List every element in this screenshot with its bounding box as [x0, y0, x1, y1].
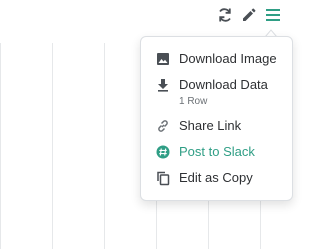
menu-item-share-link[interactable]: Share Link: [141, 117, 292, 135]
menu-item-download-data[interactable]: Download Data 1 Row: [141, 76, 292, 109]
menu-item-label: Share Link: [179, 118, 242, 133]
image-icon: [155, 51, 171, 67]
menu-item-download-image[interactable]: Download Image: [141, 50, 292, 68]
menu-item-label: Edit as Copy: [179, 170, 253, 185]
overflow-menu: Download Image Download Data 1 Row Share…: [140, 29, 293, 201]
menu-item-label: Download Data: [179, 77, 268, 92]
refresh-icon[interactable]: [215, 5, 235, 25]
row-count: 1 Row: [179, 96, 208, 107]
menu-item-post-to-slack[interactable]: Post to Slack: [141, 143, 292, 161]
menu-icon[interactable]: [263, 5, 283, 25]
download-icon: [155, 77, 171, 93]
slack-icon: [155, 144, 171, 160]
menu-item-label: Download Image: [179, 51, 277, 66]
menu-item-label: Post to Slack: [179, 144, 255, 159]
copy-icon: [155, 170, 171, 186]
pencil-icon[interactable]: [239, 5, 259, 25]
menu-item-edit-as-copy[interactable]: Edit as Copy: [141, 169, 292, 187]
menu-panel: Download Image Download Data 1 Row Share…: [140, 36, 293, 201]
link-icon: [155, 118, 171, 134]
